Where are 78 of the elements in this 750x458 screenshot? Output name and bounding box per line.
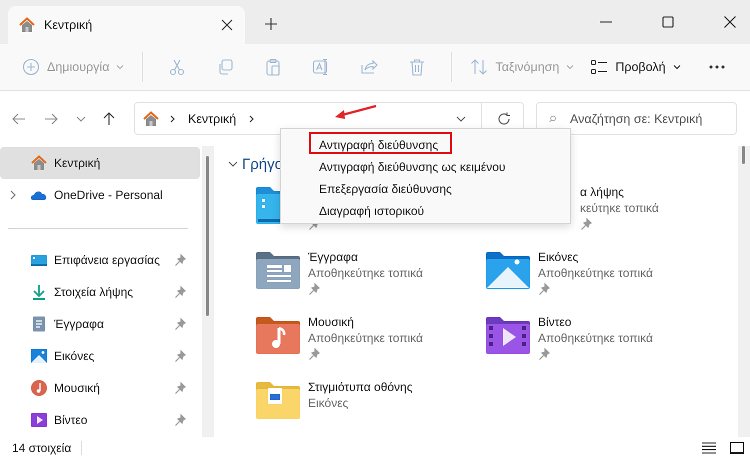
forward-icon[interactable] bbox=[44, 112, 58, 126]
folder-icon[interactable] bbox=[484, 315, 532, 356]
back-icon[interactable] bbox=[12, 112, 26, 126]
pin-icon bbox=[174, 318, 186, 330]
folder-icon[interactable] bbox=[484, 250, 532, 291]
menu-item[interactable]: Αντιγραφή διεύθυνσης ως κειμένου bbox=[309, 154, 516, 176]
refresh-icon[interactable] bbox=[497, 112, 511, 126]
folder-name[interactable]: Έγγραφα bbox=[308, 250, 423, 266]
sidebar-item[interactable]: Βίντεο bbox=[0, 404, 200, 436]
trash-icon bbox=[408, 58, 426, 76]
breadcrumb-item[interactable]: Κεντρική bbox=[185, 112, 240, 126]
chevron-down-icon bbox=[672, 64, 681, 70]
sidebar-item[interactable]: OneDrive - Personal bbox=[0, 179, 200, 211]
sort-icon bbox=[470, 58, 488, 76]
folder-location: Εικόνες bbox=[308, 396, 350, 412]
chevron-down-icon[interactable] bbox=[76, 116, 86, 122]
menu-item[interactable]: Διαγραφή ιστορικού bbox=[309, 198, 434, 220]
menu-item[interactable]: Επεξεργασία διεύθυνσης bbox=[309, 176, 462, 198]
folder-icon[interactable] bbox=[254, 250, 302, 291]
close-icon[interactable] bbox=[724, 16, 736, 28]
scrollbar[interactable] bbox=[738, 146, 750, 437]
chevron-right-icon bbox=[249, 114, 254, 122]
item-count: 14 στοιχεία bbox=[12, 440, 72, 454]
document-icon bbox=[30, 315, 48, 333]
close-icon[interactable] bbox=[221, 19, 233, 31]
folder-icon[interactable] bbox=[254, 380, 302, 421]
pin-icon bbox=[174, 382, 186, 394]
folder-name[interactable]: Στιγμιότυπα οθόνης bbox=[308, 380, 412, 396]
list-icon bbox=[590, 58, 608, 76]
chevron-right-icon bbox=[170, 114, 175, 122]
music-icon bbox=[30, 379, 48, 397]
search-input[interactable]: Αναζήτηση σε: Κεντρική bbox=[568, 110, 728, 126]
folder-location: κεύτηκε τοπικά bbox=[580, 201, 659, 217]
folder-location: Αποθηκεύτηκε τοπικά bbox=[308, 266, 423, 282]
home-icon bbox=[30, 154, 48, 172]
scrollbar[interactable] bbox=[202, 146, 214, 437]
menu-item[interactable]: Αντιγραφή διεύθυνσης bbox=[309, 132, 452, 154]
video-icon bbox=[30, 411, 48, 429]
maximize-icon[interactable] bbox=[662, 16, 674, 28]
home-icon bbox=[18, 16, 36, 34]
clipboard-icon bbox=[264, 58, 282, 76]
chevron-down-icon[interactable] bbox=[456, 116, 466, 122]
pin-icon bbox=[174, 350, 186, 362]
folder-location: Αποθηκεύτηκε τοπικά bbox=[538, 331, 653, 347]
sidebar-item[interactable]: Επιφάνεια εργασίας bbox=[0, 244, 200, 276]
chevron-down-icon[interactable] bbox=[228, 159, 238, 169]
chevron-right-icon[interactable] bbox=[10, 190, 16, 200]
pin-icon bbox=[174, 254, 186, 266]
folder-name[interactable]: Εικόνες bbox=[538, 250, 653, 266]
add-icon bbox=[22, 58, 40, 76]
picture-icon bbox=[30, 347, 48, 365]
tiles-view-icon[interactable] bbox=[730, 442, 744, 454]
folder-location: Αποθηκεύτηκε τοπικά bbox=[308, 331, 423, 347]
download-icon bbox=[30, 283, 48, 301]
chevron-down-icon bbox=[566, 64, 574, 70]
scissors-icon bbox=[168, 58, 186, 76]
pin-icon bbox=[174, 286, 186, 298]
sidebar-item[interactable]: Έγγραφα bbox=[0, 308, 200, 340]
folder-name[interactable]: Μουσική bbox=[308, 315, 423, 331]
home-icon bbox=[142, 110, 160, 128]
annotation-arrow bbox=[334, 104, 378, 120]
sidebar-item[interactable]: Μουσική bbox=[0, 372, 200, 404]
details-view-icon[interactable] bbox=[702, 442, 716, 454]
search-field[interactable]: Αναζήτηση σε: Κεντρική bbox=[536, 102, 737, 135]
sidebar-item[interactable]: Στοιχεία λήψης bbox=[0, 276, 200, 308]
tab[interactable]: Κεντρική bbox=[8, 6, 245, 44]
chevron-down-icon bbox=[116, 64, 124, 70]
pin-icon bbox=[174, 414, 186, 426]
more-icon bbox=[709, 65, 725, 69]
plus-icon[interactable] bbox=[265, 18, 277, 30]
view-button[interactable]: Προβολή bbox=[584, 52, 687, 82]
sidebar-item[interactable]: Κεντρική bbox=[0, 147, 200, 179]
up-icon[interactable] bbox=[102, 112, 116, 126]
folder-name[interactable]: Βίντεο bbox=[538, 315, 653, 331]
sidebar-item[interactable]: Εικόνες bbox=[0, 340, 200, 372]
folder-location: Αποθηκεύτηκε τοπικά bbox=[538, 266, 653, 282]
share-icon bbox=[360, 58, 378, 76]
folder-name[interactable]: α λήψης bbox=[580, 185, 659, 201]
